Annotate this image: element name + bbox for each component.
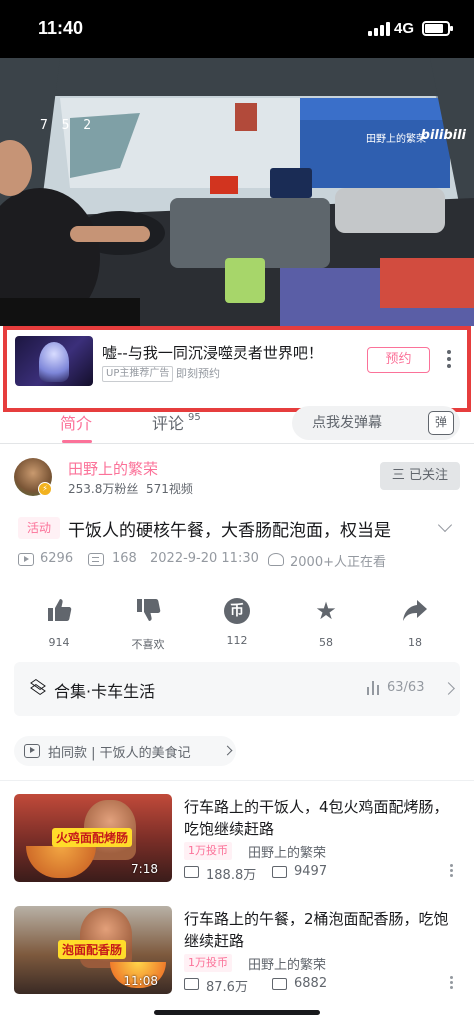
uploader-stats: 253.8万粉丝 571视频 (68, 480, 193, 497)
uploader-row: ⚡ 田野上的繁荣 253.8万粉丝 571视频 三 已关注 (0, 456, 474, 500)
fans-count: 253.8万粉丝 (68, 482, 139, 496)
collection-title[interactable]: 合集·卡车生活 (54, 678, 155, 702)
favorite-count: 58 (319, 636, 333, 649)
chevron-right-icon[interactable] (442, 682, 455, 695)
video-player[interactable]: 7 5 2 田野上的繁荣 bilibili (0, 58, 474, 326)
play-count-icon (18, 553, 34, 566)
thumbnail-caption: 火鸡面配烤肠 (52, 828, 133, 847)
title-row[interactable]: 活动 干饭人的硬核午餐，大香肠配泡面，权当是 (0, 514, 474, 542)
viewers-icon (268, 553, 284, 566)
like-button[interactable]: 914 (24, 596, 94, 656)
recommended-author[interactable]: 田野上的繁荣 (248, 954, 326, 973)
coin-icon: 币 (224, 598, 250, 624)
video-title[interactable]: 干饭人的硬核午餐，大香肠配泡面，权当是 (68, 516, 438, 541)
activity-tag[interactable]: 活动 (18, 517, 60, 539)
danmaku-toggle-button[interactable]: 弹 (428, 411, 454, 435)
ad-thumbnail[interactable] (15, 336, 93, 386)
coin-badge: 1万投币 (184, 842, 232, 860)
coin-button[interactable]: 币 112 (202, 596, 272, 656)
danmaku-input[interactable]: 点我发弹幕 弹 (292, 406, 460, 440)
video-meta: 6296 168 2022-9-20 11:30 2000+人正在看 (0, 548, 474, 572)
recommended-danmaku: 9497 (294, 864, 328, 879)
star-icon: ★ (315, 597, 337, 625)
videos-count: 571视频 (146, 482, 193, 496)
publish-date: 2022-9-20 11:30 (150, 551, 259, 566)
recommended-stats: 188.8万 9497 (184, 864, 456, 883)
play-count-icon (184, 866, 199, 878)
recommended-video[interactable]: 火鸡面配烤肠 7:18 行车路上的干饭人，4包火鸡面配烤肠，吃饱继续赶路 1万投… (0, 794, 474, 890)
recommended-title[interactable]: 行车路上的午餐，2桶泡面配香肠，吃饱继续赶路 (184, 908, 456, 952)
play-count: 6296 (40, 551, 74, 566)
action-bar: 914 不喜欢 币 112 ★ 58 18 (0, 596, 474, 656)
share-count: 18 (408, 636, 422, 649)
episodes-icon (367, 681, 379, 695)
chevron-right-icon (222, 745, 233, 756)
favorite-button[interactable]: ★ 58 (291, 596, 361, 656)
dislike-button[interactable]: 不喜欢 (113, 596, 183, 656)
more-options-icon[interactable] (450, 864, 454, 880)
video-template-icon (24, 744, 40, 758)
recommended-thumbnail[interactable]: 火鸡面配烤肠 7:18 (14, 794, 172, 882)
more-options-icon[interactable] (446, 350, 452, 370)
recommended-stats: 87.6万 6882 (184, 976, 456, 995)
thumbnail-caption: 泡面配香肠 (58, 940, 127, 959)
recommended-plays: 188.8万 (206, 868, 257, 883)
more-options-icon[interactable] (450, 976, 454, 992)
danmaku-count-icon (272, 866, 287, 878)
recommended-video[interactable]: 泡面配香肠 11:08 行车路上的午餐，2桶泡面配香肠，吃饱继续赶路 1万投币 … (0, 906, 474, 1002)
ad-title[interactable]: 嘘--与我一同沉浸噬灵者世界吧！ (102, 342, 323, 363)
status-time: 11:40 (38, 18, 84, 38)
recommended-plays: 87.6万 (206, 980, 248, 995)
coin-count: 112 (226, 634, 248, 647)
tab-active-indicator (62, 440, 92, 443)
danmaku-count: 168 (112, 551, 137, 566)
follow-button[interactable]: 三 已关注 (380, 462, 460, 490)
same-style-text[interactable]: 拍同款 | 干饭人的美食记 (48, 742, 191, 761)
watching-now: 2000+人正在看 (290, 555, 386, 570)
collection-row[interactable]: 合集·卡车生活 63/63 (14, 662, 460, 716)
home-indicator (154, 1010, 320, 1015)
ad-subtitle: 即刻预约 (176, 367, 220, 380)
thumbs-down-icon (133, 596, 163, 626)
share-icon (400, 596, 430, 626)
video-counter: 7 5 2 (40, 118, 95, 133)
ad-tag: UP主推荐广告 (102, 366, 174, 382)
bilibili-logo: bilibili (420, 128, 466, 143)
play-count-icon (184, 978, 199, 990)
same-style-pill[interactable]: 拍同款 | 干饭人的美食记 (14, 736, 236, 766)
share-button[interactable]: 18 (380, 596, 450, 656)
dislike-label: 不喜欢 (131, 638, 165, 651)
recommended-danmaku: 6882 (294, 976, 328, 991)
video-duration: 11:08 (123, 974, 158, 988)
battery-icon (422, 21, 453, 36)
comments-count: 95 (188, 412, 201, 423)
verified-badge-icon: ⚡ (38, 482, 52, 496)
danmaku-count-icon (272, 978, 287, 990)
uploader-name[interactable]: 田野上的繁荣 (68, 458, 158, 479)
recommended-author[interactable]: 田野上的繁荣 (248, 842, 326, 861)
signal-icon (368, 22, 390, 36)
tabs-bar: 简介 评论 95 点我发弹幕 弹 (0, 406, 474, 444)
video-frame (0, 58, 474, 326)
thumbs-up-icon (44, 596, 74, 626)
status-bar: 11:40 4G (0, 0, 474, 58)
network-type: 4G (394, 20, 415, 37)
danmaku-count-icon (88, 553, 104, 566)
danmaku-placeholder[interactable]: 点我发弹幕 (312, 412, 382, 432)
divider (0, 780, 474, 781)
ad-card[interactable]: 嘘--与我一同沉浸噬灵者世界吧！ UP主推荐广告 即刻预约 预约 (10, 334, 464, 394)
coin-badge: 1万投币 (184, 954, 232, 972)
recommended-title[interactable]: 行车路上的干饭人，4包火鸡面配烤肠，吃饱继续赶路 (184, 796, 456, 840)
recommended-thumbnail[interactable]: 泡面配香肠 11:08 (14, 906, 172, 994)
reserve-button[interactable]: 预约 (367, 347, 430, 373)
tab-intro[interactable]: 简介 (60, 410, 92, 434)
tab-comments[interactable]: 评论 (152, 410, 184, 434)
expand-chevron-icon[interactable] (437, 517, 453, 533)
video-duration: 7:18 (131, 862, 158, 876)
collection-progress: 63/63 (387, 680, 425, 695)
collection-icon (30, 678, 46, 696)
like-count: 914 (48, 636, 70, 649)
video-watermark: 田野上的繁荣 (366, 134, 426, 145)
